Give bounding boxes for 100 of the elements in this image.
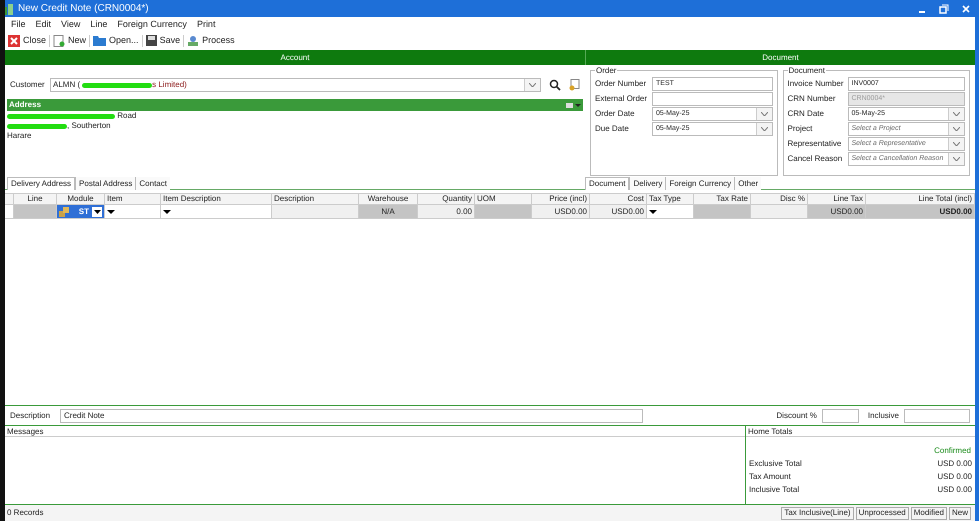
redaction-mark — [7, 124, 67, 128]
text-field[interactable] — [652, 92, 772, 106]
field-label: Description — [10, 410, 52, 422]
total-value: USD 0.00 — [937, 472, 972, 482]
menu-item[interactable]: Foreign Currency — [117, 18, 187, 32]
column-header[interactable]: Line Total (incl) — [866, 194, 975, 204]
close-icon[interactable] — [961, 4, 971, 14]
table-cell: USD0.00 — [808, 205, 866, 218]
discount-field[interactable] — [822, 408, 859, 422]
field-label: Inclusive — [868, 410, 899, 422]
dropdown-caret-icon[interactable] — [163, 210, 171, 214]
column-header[interactable]: Price (incl) — [532, 194, 590, 204]
dropdown-cell[interactable] — [647, 205, 694, 218]
module-cell[interactable]: ST — [57, 205, 105, 218]
field-label: Order Number — [595, 78, 648, 90]
redaction-mark — [82, 82, 152, 88]
section-header: Account — [5, 50, 585, 65]
dropdown-cell[interactable] — [161, 205, 272, 218]
field-label: Invoice Number — [788, 78, 845, 90]
description-field[interactable]: Credit Note — [60, 408, 643, 422]
toolbar-button[interactable]: Save — [144, 34, 182, 48]
total-label: Exclusive Total — [749, 459, 802, 469]
tab[interactable]: Delivery Address — [7, 177, 76, 190]
section-header: Document — [585, 50, 975, 65]
messages-title: Messages — [5, 426, 745, 437]
column-header[interactable]: Module — [57, 194, 105, 204]
toolbar-button[interactable]: New — [52, 34, 88, 48]
total-label: Tax Amount — [749, 472, 791, 482]
field-label: Order Date — [595, 108, 636, 120]
status-text: Confirmed — [933, 446, 972, 456]
column-header[interactable]: Warehouse — [359, 194, 418, 204]
address-title: Address — [9, 99, 42, 111]
tab[interactable]: Other — [734, 177, 762, 190]
save-icon — [146, 35, 157, 46]
column-header[interactable]: Disc % — [751, 194, 808, 204]
status-panel: Modified — [910, 506, 947, 520]
process-icon — [187, 34, 200, 46]
menu-item[interactable]: View — [61, 18, 80, 32]
app-icon — [5, 2, 14, 14]
field-label: External Order — [595, 93, 648, 105]
home-totals-title: Home Totals — [746, 426, 975, 437]
panel-icon[interactable] — [566, 102, 573, 108]
column-header[interactable]: UOM — [475, 194, 532, 204]
field-label: Discount % — [776, 410, 817, 422]
table-cell: 0.00 — [418, 205, 475, 218]
field-label: Due Date — [595, 123, 630, 135]
close-icon — [8, 34, 20, 46]
tab[interactable]: Contact — [135, 177, 170, 190]
total-label: Inclusive Total — [749, 485, 800, 495]
status-panel: Tax Inclusive(Line) — [781, 506, 854, 520]
document-coins-icon[interactable] — [569, 79, 580, 91]
total-value: USD 0.00 — [937, 485, 972, 495]
field-label: Cancel Reason — [788, 153, 844, 165]
column-header[interactable]: Description — [272, 194, 359, 204]
dropdown-cell[interactable] — [105, 205, 161, 218]
tab[interactable]: Foreign Currency — [665, 177, 734, 190]
table-cell: USD0.00 — [532, 205, 590, 218]
field-label: Customer — [10, 79, 46, 91]
address-line: , Southerton — [67, 121, 111, 131]
dropdown-caret-icon[interactable] — [649, 210, 657, 214]
toolbar-button[interactable]: Process — [186, 34, 236, 48]
total-value: USD 0.00 — [937, 459, 972, 469]
column-header[interactable]: Quantity — [418, 194, 475, 204]
new-document-icon — [53, 34, 66, 46]
status-panel: Unprocessed — [856, 506, 909, 520]
field-label: Representative — [788, 138, 842, 150]
toolbar-button[interactable]: Close — [7, 34, 48, 48]
status-panel: New — [948, 506, 971, 520]
column-header[interactable]: Tax Type — [647, 194, 694, 204]
tab[interactable]: Delivery — [629, 177, 666, 190]
record-count: 0 Records — [6, 507, 44, 519]
menu-item[interactable]: File — [11, 18, 26, 32]
column-header[interactable]: Tax Rate — [694, 194, 751, 204]
inclusive-field[interactable] — [904, 408, 970, 422]
column-header[interactable]: Cost — [590, 194, 647, 204]
column-header[interactable]: Item — [105, 194, 161, 204]
table-cell: USD0.00 — [866, 205, 975, 218]
field-label: Project — [788, 123, 814, 135]
column-header[interactable]: Line Tax — [808, 194, 866, 204]
table-cell: N/A — [359, 205, 418, 218]
menu-item[interactable]: Edit — [36, 18, 52, 32]
window-title: New Credit Note (CRN0004*) — [18, 2, 150, 16]
dropdown-caret-icon[interactable] — [92, 206, 102, 216]
folder-icon — [93, 35, 106, 46]
restore-icon[interactable] — [939, 4, 949, 14]
tab[interactable]: Postal Address — [75, 177, 136, 190]
menu-item[interactable]: Print — [196, 18, 216, 32]
tab[interactable]: Document — [585, 177, 630, 190]
customer-dropdown[interactable]: ALMN ( s Limited) — [50, 78, 541, 92]
search-icon[interactable] — [549, 79, 561, 91]
dropdown-caret-icon[interactable] — [107, 210, 115, 214]
table-cell: USD0.00 — [590, 205, 647, 218]
boxes-icon — [59, 206, 70, 216]
field-label: CRN Date — [788, 108, 825, 120]
column-header[interactable]: Line — [14, 194, 57, 204]
field-label: CRN Number — [788, 93, 837, 105]
toolbar-button[interactable]: Open... — [92, 34, 140, 48]
menu-item[interactable]: Line — [90, 18, 108, 32]
address-line: Harare — [7, 131, 32, 141]
column-header[interactable]: Item Description — [161, 194, 272, 204]
